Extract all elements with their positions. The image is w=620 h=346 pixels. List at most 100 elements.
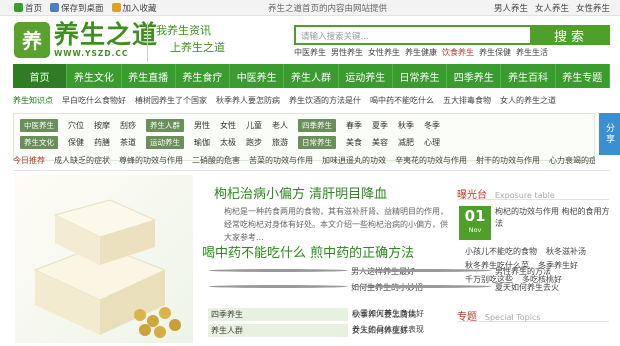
hot-link[interactable]: 男性养生	[331, 47, 363, 58]
side-link[interactable]: 冬季养生好	[538, 260, 578, 271]
ticker-link[interactable]: 加味逍遥丸的功效	[322, 155, 386, 168]
list-item[interactable]: 男人这样养生最好	[208, 266, 415, 277]
search-button[interactable]: 搜索	[532, 25, 610, 45]
category-tag[interactable]: 中医养生	[20, 119, 58, 132]
nav-item[interactable]: 四季养生	[447, 64, 502, 88]
ticker-link[interactable]: 二硝酸的危害	[192, 155, 240, 168]
top-bar: 首页 保存到桌面 加入收藏 养生之道首页的内容由网站提供 男人养生 女人养生 女…	[0, 0, 620, 16]
category-tag[interactable]: 日常养生	[298, 136, 336, 149]
divider	[13, 170, 610, 171]
list-item[interactable]: 夏天如何养生去火	[352, 282, 559, 293]
category-item[interactable]: 茶道	[120, 137, 136, 148]
ticker-link[interactable]: 辛夷花的功效与作用	[395, 155, 467, 168]
category-item[interactable]: 春季	[346, 120, 362, 131]
category-item[interactable]: 儿童	[246, 120, 262, 131]
category-item[interactable]: 药膳	[94, 137, 110, 148]
exposure-text[interactable]: 枸杞的功效与作用 枸杞的食用方法	[495, 206, 610, 230]
nav-item[interactable]: 养生食疗	[176, 64, 231, 88]
side-list-row: 秋冬养生吃什么菜 冬季养生好	[465, 260, 587, 271]
nav-item[interactable]: 养生百科	[501, 64, 556, 88]
sub-link[interactable]: 秋季养人要怎防病	[216, 95, 280, 108]
hot-link[interactable]: 饮食养生	[442, 47, 474, 58]
sub-link[interactable]: 女人的养生之道	[500, 95, 556, 108]
nav-item[interactable]: 养生专题	[556, 64, 610, 88]
ticker-link[interactable]: 射干的功效与作用	[476, 155, 540, 168]
category-item[interactable]: 太极	[220, 137, 236, 148]
top-link[interactable]: 女性养生	[576, 2, 610, 14]
hot-link[interactable]: 中医养生	[294, 47, 326, 58]
nav-item[interactable]: 养生人群	[284, 64, 339, 88]
search-input[interactable]: 请输入搜索关键...	[294, 25, 532, 45]
sub-link[interactable]: 椿树园养生了个国家	[135, 95, 207, 108]
ticker-link[interactable]: 成人缺乏的症状	[54, 155, 110, 168]
top-link[interactable]: 女人养生	[535, 2, 569, 14]
nav-item-home[interactable]: 首页	[13, 64, 68, 88]
nav-item[interactable]: 养生直播	[122, 64, 176, 88]
save-desktop-link[interactable]: 保存到桌面	[50, 2, 104, 14]
nav-item[interactable]: 日常养生	[393, 64, 448, 88]
side-list-row: 小孩儿不能吃的食物 秋冬滋补汤	[465, 246, 595, 257]
star-icon	[111, 3, 121, 12]
sub-link[interactable]: 喝中药不能吃什么	[370, 95, 434, 108]
share-button[interactable]: 分享	[599, 113, 620, 155]
top-link[interactable]: 男人养生	[494, 2, 528, 14]
category-item[interactable]: 冬季	[424, 120, 440, 131]
sub-link[interactable]: 五大排毒食物	[443, 95, 491, 108]
sub-link[interactable]: 早白吃什么食物好	[62, 95, 126, 108]
category-tag[interactable]: 运动养生	[146, 136, 184, 149]
list-tag[interactable]: 养生人群	[208, 324, 348, 337]
category-tag[interactable]: 养生文化	[20, 136, 58, 149]
category-item[interactable]: 旅游	[272, 137, 288, 148]
category-item[interactable]: 穴位	[68, 120, 84, 131]
favorite-link[interactable]: 加入收藏	[111, 2, 157, 14]
side-link[interactable]: 秋冬养生吃什么菜	[465, 260, 529, 271]
hot-link[interactable]: 养生保健	[479, 47, 511, 58]
main-nav: 首页 养生文化 养生直播 养生食疗 中医养生 养生人群 运动养生 日常养生 四季…	[13, 64, 610, 88]
nav-item[interactable]: 养生文化	[67, 64, 122, 88]
category-item[interactable]: 美食	[346, 137, 362, 148]
article-title[interactable]: 枸杞治病小偏方 清肝明目降血	[214, 183, 387, 202]
list-item[interactable]: 小雪如何养生身体好	[352, 308, 458, 321]
category-item[interactable]: 秋季	[398, 120, 414, 131]
list-item[interactable]: 如何生养生的小妙招	[208, 282, 423, 293]
category-item[interactable]: 跑步	[246, 137, 262, 148]
nav-item[interactable]: 运动养生	[339, 64, 393, 88]
category-item[interactable]: 瑜伽	[194, 137, 210, 148]
nav-item[interactable]: 中医养生	[230, 64, 285, 88]
list-item[interactable]: 养生人群 女人如何养生好	[208, 324, 408, 337]
hot-link[interactable]: 养生健康	[405, 47, 437, 58]
list-tag[interactable]: 四季养生	[208, 308, 348, 321]
category-tag[interactable]: 养生人群	[146, 119, 184, 132]
side-link[interactable]: 秋冬滋补汤	[546, 246, 586, 257]
category-item[interactable]: 夏季	[372, 120, 388, 131]
category-item[interactable]: 心理	[424, 137, 440, 148]
home-link[interactable]: 首页	[14, 2, 42, 14]
side-link[interactable]: 多吃核桃好	[522, 274, 562, 285]
category-item[interactable]: 按摩	[94, 120, 110, 131]
sub-link[interactable]: 养生知识点	[13, 95, 53, 108]
list-item[interactable]: 养生的具体症状表现	[352, 324, 458, 337]
category-item[interactable]: 老人	[272, 120, 288, 131]
sub-link[interactable]: 养生饮酒的方法是什	[289, 95, 361, 108]
category-item[interactable]: 保健	[68, 137, 84, 148]
hot-link[interactable]: 女性养生	[368, 47, 400, 58]
category-item[interactable]: 刮痧	[120, 120, 136, 131]
category-item[interactable]: 女性	[220, 120, 236, 131]
side-link[interactable]: 千万别吃这些	[465, 274, 513, 285]
hot-link[interactable]: 养生生活	[516, 47, 548, 58]
ticker-link[interactable]: 苦菜的功效与作用	[249, 155, 313, 168]
list-item[interactable]: 男性养生的方法	[352, 266, 551, 277]
site-logo[interactable]: 养 养生之道 WWW.YSZD.CC	[14, 21, 158, 58]
category-tag[interactable]: 四季养生	[298, 119, 336, 132]
article-title-2[interactable]: 喝中药不能吃什么 煎中药的正确方法	[202, 242, 414, 261]
ticker-link[interactable]: 心力衰竭的症状	[549, 155, 595, 168]
list-item[interactable]: 四季养生 秋季养人要怎防病	[208, 308, 416, 321]
exposure-header: 曝光台 Exposure table	[457, 186, 609, 201]
article-image[interactable]	[15, 175, 193, 343]
side-link[interactable]: 小孩儿不能吃的食物	[465, 246, 537, 257]
ticker-link[interactable]: 尊蜂的功效与作用	[119, 155, 183, 168]
category-item[interactable]: 美容	[372, 137, 388, 148]
category-item[interactable]: 男性	[194, 120, 210, 131]
category-item[interactable]: 减肥	[398, 137, 414, 148]
desktop-icon	[50, 3, 60, 12]
